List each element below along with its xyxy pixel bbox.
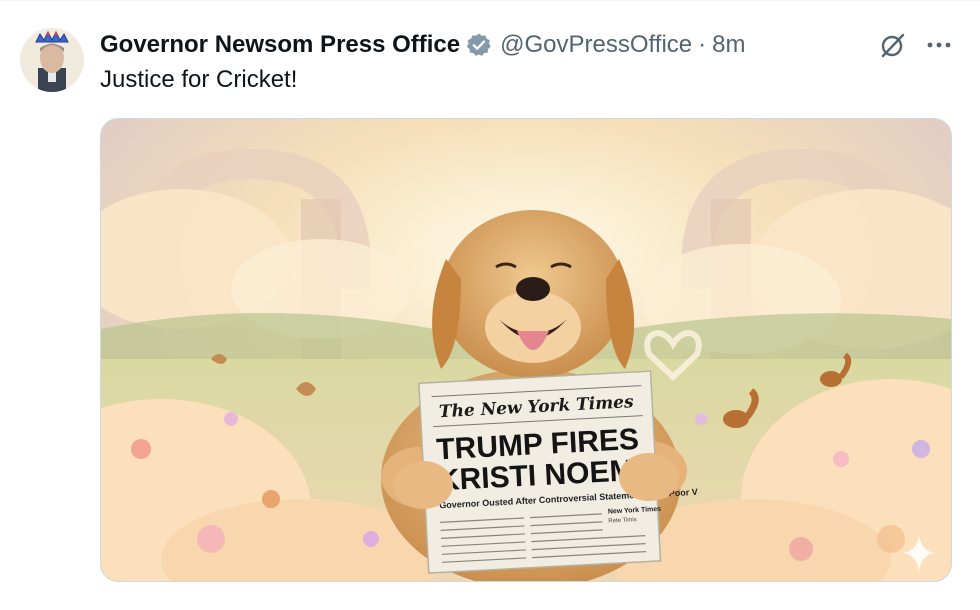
display-name[interactable]: Governor Newsom Press Office xyxy=(100,31,460,59)
top-divider xyxy=(0,0,980,1)
post-time[interactable]: 8m xyxy=(712,31,745,59)
post-header: Governor Newsom Press Office @GovPressOf… xyxy=(100,30,745,60)
user-handle[interactable]: @GovPressOffice xyxy=(500,31,692,59)
verified-badge-icon[interactable] xyxy=(466,32,492,58)
grok-icon[interactable] xyxy=(878,30,908,60)
more-options-icon[interactable] xyxy=(924,34,954,56)
meta-separator: · xyxy=(698,31,707,58)
post-image[interactable]: The New York Times TRUMP FIRES KRISTI NO… xyxy=(100,118,952,582)
avatar[interactable] xyxy=(20,28,84,92)
post-text: Justice for Cricket! xyxy=(100,66,298,93)
